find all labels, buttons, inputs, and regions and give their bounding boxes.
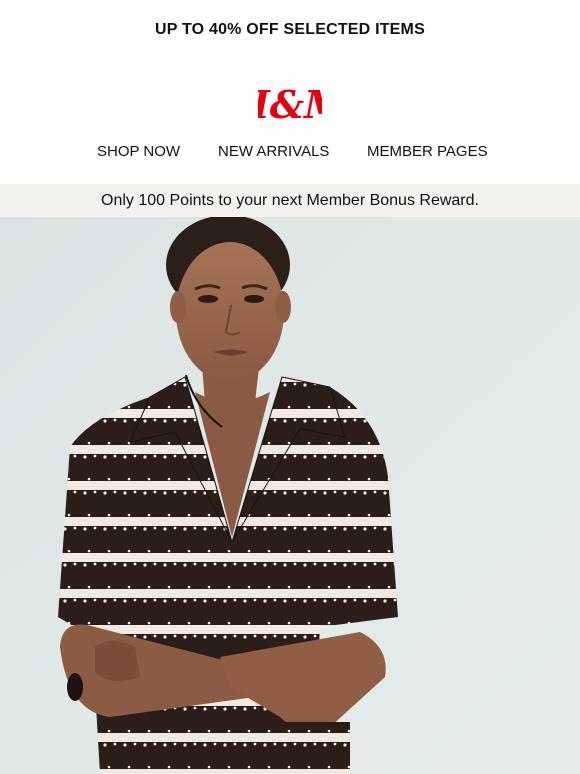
hero-image[interactable] [0, 217, 580, 774]
points-message[interactable]: Only 100 Points to your next Member Bonu… [101, 192, 479, 210]
model-hand [95, 641, 140, 681]
member-points-banner[interactable]: Only 100 Points to your next Member Bonu… [0, 184, 580, 217]
brand-logo-link[interactable]: H&M [0, 80, 580, 128]
nav-shop-now[interactable]: SHOP NOW [97, 143, 180, 160]
model-ear-right [275, 291, 291, 323]
model-eye-left [198, 295, 218, 303]
model-photo[interactable] [0, 217, 580, 774]
dress-skirt [120, 722, 350, 774]
promo-banner[interactable]: UP TO 40% OFF SELECTED ITEMS [0, 0, 580, 60]
model-bracelet [67, 673, 83, 701]
nav-member-pages[interactable]: MEMBER PAGES [367, 143, 488, 160]
email-body: UP TO 40% OFF SELECTED ITEMS H&M SHOP NO… [0, 0, 580, 774]
promo-text[interactable]: UP TO 40% OFF SELECTED ITEMS [155, 21, 425, 39]
model-ear-left [170, 291, 186, 323]
model-eye-right [244, 295, 264, 303]
logo-text: H&M [258, 82, 322, 127]
nav-new-arrivals[interactable]: NEW ARRIVALS [218, 143, 329, 160]
hm-logo[interactable]: H&M [258, 80, 322, 128]
main-nav: SHOP NOW NEW ARRIVALS MEMBER PAGES [0, 143, 580, 167]
